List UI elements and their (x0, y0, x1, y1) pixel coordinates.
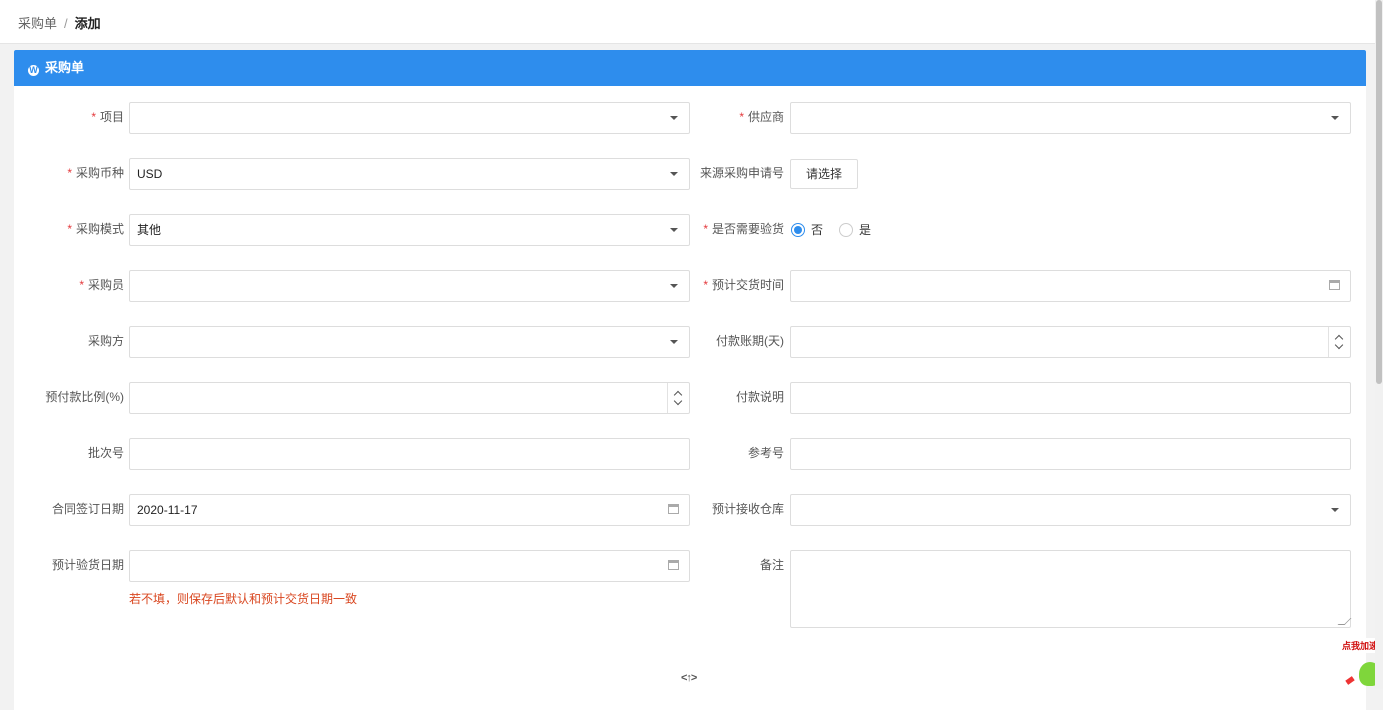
chevron-down-icon (670, 116, 678, 120)
chevron-down-icon (670, 172, 678, 176)
buyer-label: * 采购员 (79, 278, 124, 292)
chevron-down-icon[interactable] (673, 396, 683, 406)
breadcrumb-current: 添加 (74, 16, 101, 31)
supplier-select[interactable] (790, 102, 1351, 134)
contract-date-label: 合同签订日期 (51, 502, 124, 516)
expected-delivery-date-input[interactable] (790, 270, 1351, 302)
collapse-toggle[interactable]: <↑> (681, 672, 697, 684)
batch-no-label: 批次号 (87, 446, 124, 460)
purchase-mode-select[interactable]: 其他 (129, 214, 690, 246)
receiving-warehouse-select[interactable] (790, 494, 1351, 526)
inspection-no-label[interactable]: 否 (811, 223, 823, 237)
inspection-yes-radio[interactable] (839, 223, 853, 237)
currency-select[interactable]: USD (129, 158, 690, 190)
purchase-mode-label: * 采购模式 (67, 222, 124, 236)
need-inspection-label: * 是否需要验货 (703, 222, 784, 236)
currency-label: * 采购币种 (67, 166, 124, 180)
calendar-icon (1329, 280, 1340, 290)
prepay-ratio-input[interactable] (129, 382, 690, 414)
reference-no-label: 参考号 (747, 446, 784, 460)
top-bar: 采购单 / 添加 (0, 0, 1375, 44)
purchaser-select[interactable] (129, 326, 690, 358)
project-label: * 项目 (91, 110, 124, 124)
reference-no-input[interactable] (790, 438, 1351, 470)
wordpress-icon: W (28, 65, 39, 76)
chevron-down-icon (670, 284, 678, 288)
chevron-down-icon (1331, 508, 1339, 512)
source-request-label: 来源采购申请号 (699, 166, 784, 180)
calendar-icon (668, 560, 679, 570)
resize-handle-icon[interactable] (1337, 618, 1352, 625)
card-header: W 采购单 (14, 50, 1366, 86)
project-select[interactable] (129, 102, 690, 134)
inspection-yes-label[interactable]: 是 (859, 223, 871, 237)
breadcrumb: 采购单 / 添加 (18, 13, 101, 32)
inspection-date-label: 预计验货日期 (51, 558, 124, 572)
card-title: 采购单 (45, 60, 85, 75)
inspection-date-input[interactable] (129, 550, 690, 582)
scrollbar[interactable] (1375, 0, 1383, 689)
contract-date-input[interactable]: 2020-11-17 (129, 494, 690, 526)
chevron-down-icon (670, 340, 678, 344)
inspection-date-hint: 若不填，则保存后默认和预计交货日期一致 (129, 592, 358, 606)
chevron-down-icon (670, 228, 678, 232)
expected-delivery-label: * 预计交货时间 (703, 278, 784, 292)
select-source-request-button[interactable]: 请选择 (790, 159, 858, 189)
purchaser-label: 采购方 (87, 334, 124, 348)
receiving-warehouse-label: 预计接收仓库 (711, 502, 784, 516)
scrollbar-thumb[interactable] (1376, 0, 1382, 384)
speedup-label[interactable]: 点我加速 (1340, 638, 1381, 653)
chevron-down-icon (1331, 116, 1339, 120)
payment-days-label: 付款账期(天) (716, 334, 784, 348)
payment-note-input[interactable] (790, 382, 1351, 414)
payment-days-input[interactable] (790, 326, 1351, 358)
remark-label: 备注 (759, 558, 784, 572)
calendar-icon (668, 504, 679, 514)
supplier-label: * 供应商 (739, 110, 784, 124)
batch-no-input[interactable] (129, 438, 690, 470)
inspection-no-radio[interactable] (791, 223, 805, 237)
pin-icon (1345, 676, 1355, 685)
breadcrumb-separator: / (64, 16, 68, 31)
prepay-ratio-label: 预付款比例(%) (45, 390, 124, 404)
buyer-select[interactable] (129, 270, 690, 302)
number-stepper[interactable] (1328, 327, 1350, 357)
payment-note-label: 付款说明 (735, 390, 784, 404)
number-stepper[interactable] (667, 383, 689, 413)
chevron-down-icon[interactable] (1334, 340, 1344, 350)
breadcrumb-parent[interactable]: 采购单 (18, 16, 57, 31)
remark-textarea[interactable] (790, 550, 1352, 628)
